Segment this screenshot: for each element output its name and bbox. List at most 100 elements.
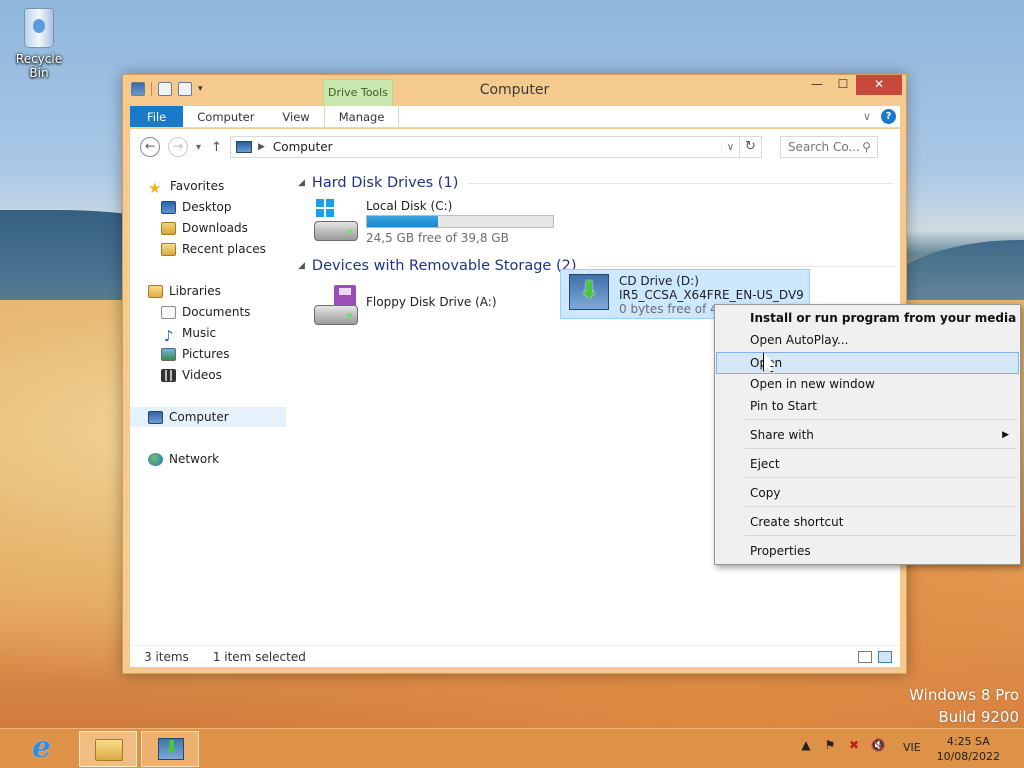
menu-item-install-or-run[interactable]: Install or run program from your media: [716, 307, 1019, 329]
up-button[interactable]: ↑: [211, 140, 222, 155]
view-switcher: [858, 650, 892, 663]
taskbar-setup-app[interactable]: [141, 731, 199, 767]
menu-item-copy[interactable]: Copy: [716, 482, 1019, 504]
nav-item-music[interactable]: ♪ Music: [161, 323, 216, 345]
menu-item-properties[interactable]: Properties: [716, 540, 1019, 562]
help-icon[interactable]: ?: [881, 109, 896, 124]
drive-usage-fill: [367, 216, 439, 227]
tab-file[interactable]: File: [130, 106, 184, 127]
large-icons-view-icon[interactable]: [878, 650, 892, 663]
group-title: Devices with Removable Storage (2): [311, 258, 577, 274]
nav-item-desktop[interactable]: Desktop: [161, 197, 232, 217]
minimize-button[interactable]: —: [804, 75, 830, 95]
computer-icon: [235, 141, 252, 153]
address-dropdown-chevron-icon[interactable]: ∨: [720, 141, 739, 153]
group-divider: [586, 265, 894, 267]
address-bar[interactable]: ▶ Computer ∨: [229, 136, 740, 158]
taskbar-file-explorer[interactable]: [79, 731, 137, 767]
window-title: Computer: [479, 82, 550, 98]
clock-date: 10/08/2022: [936, 750, 1000, 763]
network-disconnected-icon[interactable]: ✖: [846, 737, 862, 753]
menu-divider: [745, 506, 1017, 507]
submenu-arrow-icon: ▶: [1002, 430, 1009, 440]
desktop-icon-recycle-bin[interactable]: Recycle Bin: [6, 6, 72, 80]
close-button[interactable]: ✕: [856, 75, 902, 95]
breadcrumb-arrow-icon[interactable]: ▶: [258, 142, 265, 152]
title-bar[interactable]: ▾ Drive Tools Computer — ☐ ✕: [123, 75, 906, 106]
drive-usage-bar: [366, 215, 554, 228]
music-note-icon: ♪: [163, 326, 174, 345]
search-input[interactable]: Search Co... ⚲: [779, 136, 878, 158]
ribbon-right-controls: ∨ ?: [863, 106, 900, 127]
drive-floppy-a[interactable]: Floppy Disk Drive (A:): [312, 283, 497, 327]
context-menu: Install or run program from your media O…: [714, 304, 1021, 565]
nav-item-label: Documents: [182, 305, 251, 319]
collapse-triangle-icon[interactable]: ◢: [298, 178, 305, 188]
system-tray: ▲ ⚑ ✖ 🔇: [798, 737, 886, 753]
clock-time: 4:25 SA: [946, 735, 990, 748]
menu-item-open-in-new-window[interactable]: Open in new window: [716, 373, 1019, 395]
internet-explorer-icon: e: [32, 730, 52, 765]
nav-item-label: Desktop: [182, 200, 232, 214]
nav-item-label: Pictures: [182, 347, 230, 361]
drive-name: Floppy Disk Drive (A:): [366, 295, 497, 309]
nav-item-label: Libraries: [169, 284, 221, 298]
back-button[interactable]: ←: [140, 137, 160, 157]
maximize-button[interactable]: ☐: [830, 75, 856, 95]
navigation-bar: ← → ▾ ↑ ▶ Computer ∨ ↻ Search Co... ⚲: [130, 129, 900, 165]
nav-item-recent-places[interactable]: Recent places: [161, 239, 266, 259]
menu-item-pin-to-start[interactable]: Pin to Start: [716, 395, 1019, 417]
recent-locations-chevron-icon[interactable]: ▾: [196, 142, 201, 153]
setup-app-icon: [158, 737, 184, 760]
address-path[interactable]: Computer: [273, 140, 721, 154]
nav-item-downloads[interactable]: Downloads: [161, 218, 248, 238]
input-language[interactable]: VIE: [903, 741, 921, 754]
expand-ribbon-chevron-icon[interactable]: ∨: [863, 110, 871, 123]
search-icon: ⚲: [862, 140, 871, 154]
drive-volume-label: IR5_CCSA_X64FRE_EN-US_DV9: [619, 288, 804, 302]
forward-button[interactable]: →: [168, 137, 188, 157]
group-title: Hard Disk Drives (1): [311, 175, 459, 191]
nav-item-videos[interactable]: Videos: [161, 365, 222, 385]
star-icon: ★: [148, 178, 162, 197]
nav-item-libraries[interactable]: Libraries: [148, 281, 221, 301]
menu-item-share-with[interactable]: Share with ▶: [716, 424, 1019, 446]
nav-item-label: Recent places: [182, 242, 266, 256]
menu-divider: [745, 448, 1017, 449]
action-center-flag-icon[interactable]: ⚑: [822, 737, 838, 753]
refresh-button[interactable]: ↻: [739, 136, 762, 158]
cd-drive-icon: [569, 274, 609, 310]
collapse-triangle-icon[interactable]: ◢: [298, 261, 305, 271]
nav-item-favorites[interactable]: ★ Favorites: [148, 176, 224, 197]
show-hidden-icons-chevron-icon[interactable]: ▲: [798, 737, 814, 753]
watermark-edition: Windows 8 Pro: [909, 686, 1019, 704]
tab-view[interactable]: View: [268, 106, 323, 127]
tab-computer[interactable]: Computer: [183, 106, 268, 127]
drive-local-disk-c[interactable]: Local Disk (C:) 24,5 GB free of 39,8 GB: [312, 199, 554, 245]
nav-item-documents[interactable]: Documents: [161, 302, 250, 322]
nav-item-pictures[interactable]: Pictures: [161, 344, 230, 364]
menu-item-create-shortcut[interactable]: Create shortcut: [716, 511, 1019, 533]
nav-item-computer[interactable]: Computer: [130, 407, 286, 427]
nav-item-network[interactable]: Network: [148, 449, 219, 469]
window-controls: — ☐ ✕: [804, 75, 902, 95]
recent-places-icon: [161, 242, 176, 256]
folder-icon: [95, 739, 123, 761]
taskbar-internet-explorer[interactable]: e: [16, 731, 74, 767]
menu-item-open-autoplay[interactable]: Open AutoPlay...: [716, 329, 1019, 351]
group-header-hard-disk-drives[interactable]: ◢ Hard Disk Drives (1): [298, 175, 894, 191]
videos-icon: [161, 368, 176, 382]
computer-icon: [148, 410, 163, 424]
volume-muted-icon[interactable]: 🔇: [870, 737, 886, 753]
downloads-icon: [161, 221, 176, 235]
menu-item-open[interactable]: Open: [716, 352, 1019, 374]
group-divider: [468, 182, 894, 184]
desktop-icon: [161, 200, 176, 214]
menu-divider: [745, 535, 1017, 536]
taskbar-clock[interactable]: 4:25 SA 10/08/2022: [937, 734, 1000, 764]
tab-manage[interactable]: Manage: [323, 106, 400, 127]
item-count: 3 items: [144, 649, 189, 664]
menu-item-eject[interactable]: Eject: [716, 453, 1019, 475]
network-icon: [148, 452, 163, 466]
details-view-icon[interactable]: [858, 650, 872, 663]
